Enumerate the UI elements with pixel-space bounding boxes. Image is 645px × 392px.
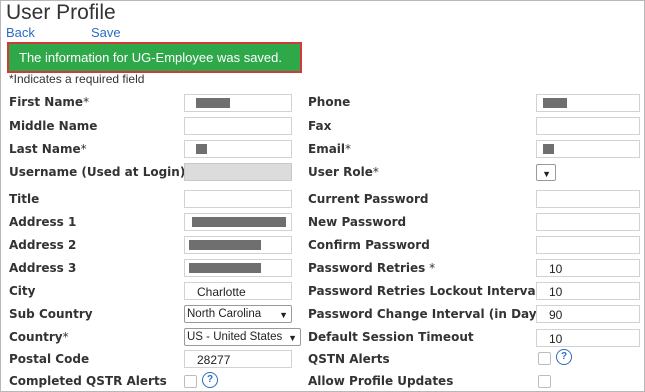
help-icon[interactable]: ? <box>202 372 218 388</box>
chevron-down-icon: ▼ <box>279 310 288 320</box>
address1-field[interactable] <box>184 213 292 231</box>
username-label: Username (Used at Login)* <box>9 165 191 179</box>
last-name-label: Last Name* <box>9 142 87 156</box>
redacted-value <box>543 144 554 154</box>
redacted-value <box>196 144 207 154</box>
middle-name-label: Middle Name <box>9 119 98 133</box>
address3-label: Address 3 <box>9 261 77 275</box>
postal-code-label: Postal Code <box>9 352 90 366</box>
new-password-field[interactable] <box>536 213 640 231</box>
session-timeout-label: Default Session Timeout <box>308 330 474 344</box>
middle-name-field[interactable] <box>184 117 292 135</box>
current-password-field[interactable] <box>536 190 640 208</box>
address2-label: Address 2 <box>9 238 77 252</box>
password-retries-label: Password Retries * <box>308 261 436 275</box>
session-timeout-field[interactable]: 10 <box>536 329 640 347</box>
title-field[interactable] <box>184 190 292 208</box>
change-interval-field[interactable]: 90 <box>536 305 640 323</box>
completed-qstr-alerts-checkbox[interactable] <box>184 375 197 388</box>
title-label: Title <box>9 192 40 206</box>
country-select[interactable]: US - United States ▼ <box>184 328 301 346</box>
sub-country-label: Sub Country <box>9 307 93 321</box>
redacted-value <box>196 98 230 108</box>
address3-field[interactable] <box>184 259 292 277</box>
qstn-alerts-checkbox[interactable] <box>538 352 551 365</box>
first-name-field[interactable] <box>184 94 292 112</box>
password-retries-field[interactable]: 10 <box>536 259 640 277</box>
email-field[interactable] <box>536 140 640 158</box>
confirm-password-label: Confirm Password <box>308 238 430 252</box>
current-password-label: Current Password <box>308 192 429 206</box>
fax-label: Fax <box>308 119 332 133</box>
phone-field[interactable] <box>536 94 640 112</box>
save-link[interactable]: Save <box>91 25 121 41</box>
lockout-interval-field[interactable]: 10 <box>536 282 640 300</box>
redacted-value <box>192 217 286 227</box>
confirm-password-field[interactable] <box>536 236 640 254</box>
first-name-label: First Name* <box>9 95 90 109</box>
redacted-value <box>189 263 261 273</box>
completed-qstr-alerts-label: Completed QSTR Alerts <box>9 374 167 388</box>
last-name-field[interactable] <box>184 140 292 158</box>
change-interval-label: Password Change Interval (in Days) <box>308 307 550 321</box>
address2-field[interactable] <box>184 236 292 254</box>
back-link[interactable]: Back <box>6 25 35 41</box>
postal-code-field[interactable]: 28277 <box>184 350 292 368</box>
phone-label: Phone <box>308 95 351 109</box>
redacted-value <box>189 240 261 250</box>
user-role-label: User Role* <box>308 165 379 179</box>
address1-label: Address 1 <box>9 215 77 229</box>
help-icon[interactable]: ? <box>556 349 572 365</box>
allow-profile-updates-checkbox[interactable] <box>538 375 551 388</box>
success-banner: The information for UG-Employee was save… <box>7 42 302 73</box>
chevron-down-icon: ▼ <box>542 169 551 179</box>
email-label: Email* <box>308 142 352 156</box>
username-field <box>184 163 292 181</box>
chevron-down-icon: ▼ <box>288 333 297 343</box>
city-field[interactable]: Charlotte <box>184 282 292 300</box>
page-title: User Profile <box>6 1 116 24</box>
required-note: *Indicates a required field <box>9 72 145 86</box>
sub-country-select[interactable]: North Carolina ▼ <box>184 305 292 323</box>
user-role-select[interactable]: ▼ <box>536 164 556 181</box>
redacted-value <box>543 98 567 108</box>
new-password-label: New Password <box>308 215 407 229</box>
allow-profile-updates-label: Allow Profile Updates <box>308 374 454 388</box>
qstn-alerts-label: QSTN Alerts <box>308 352 390 366</box>
lockout-interval-label: Password Retries Lockout Interval* <box>308 284 546 298</box>
country-label: Country* <box>9 330 69 344</box>
city-label: City <box>9 284 36 298</box>
fax-field[interactable] <box>536 117 640 135</box>
